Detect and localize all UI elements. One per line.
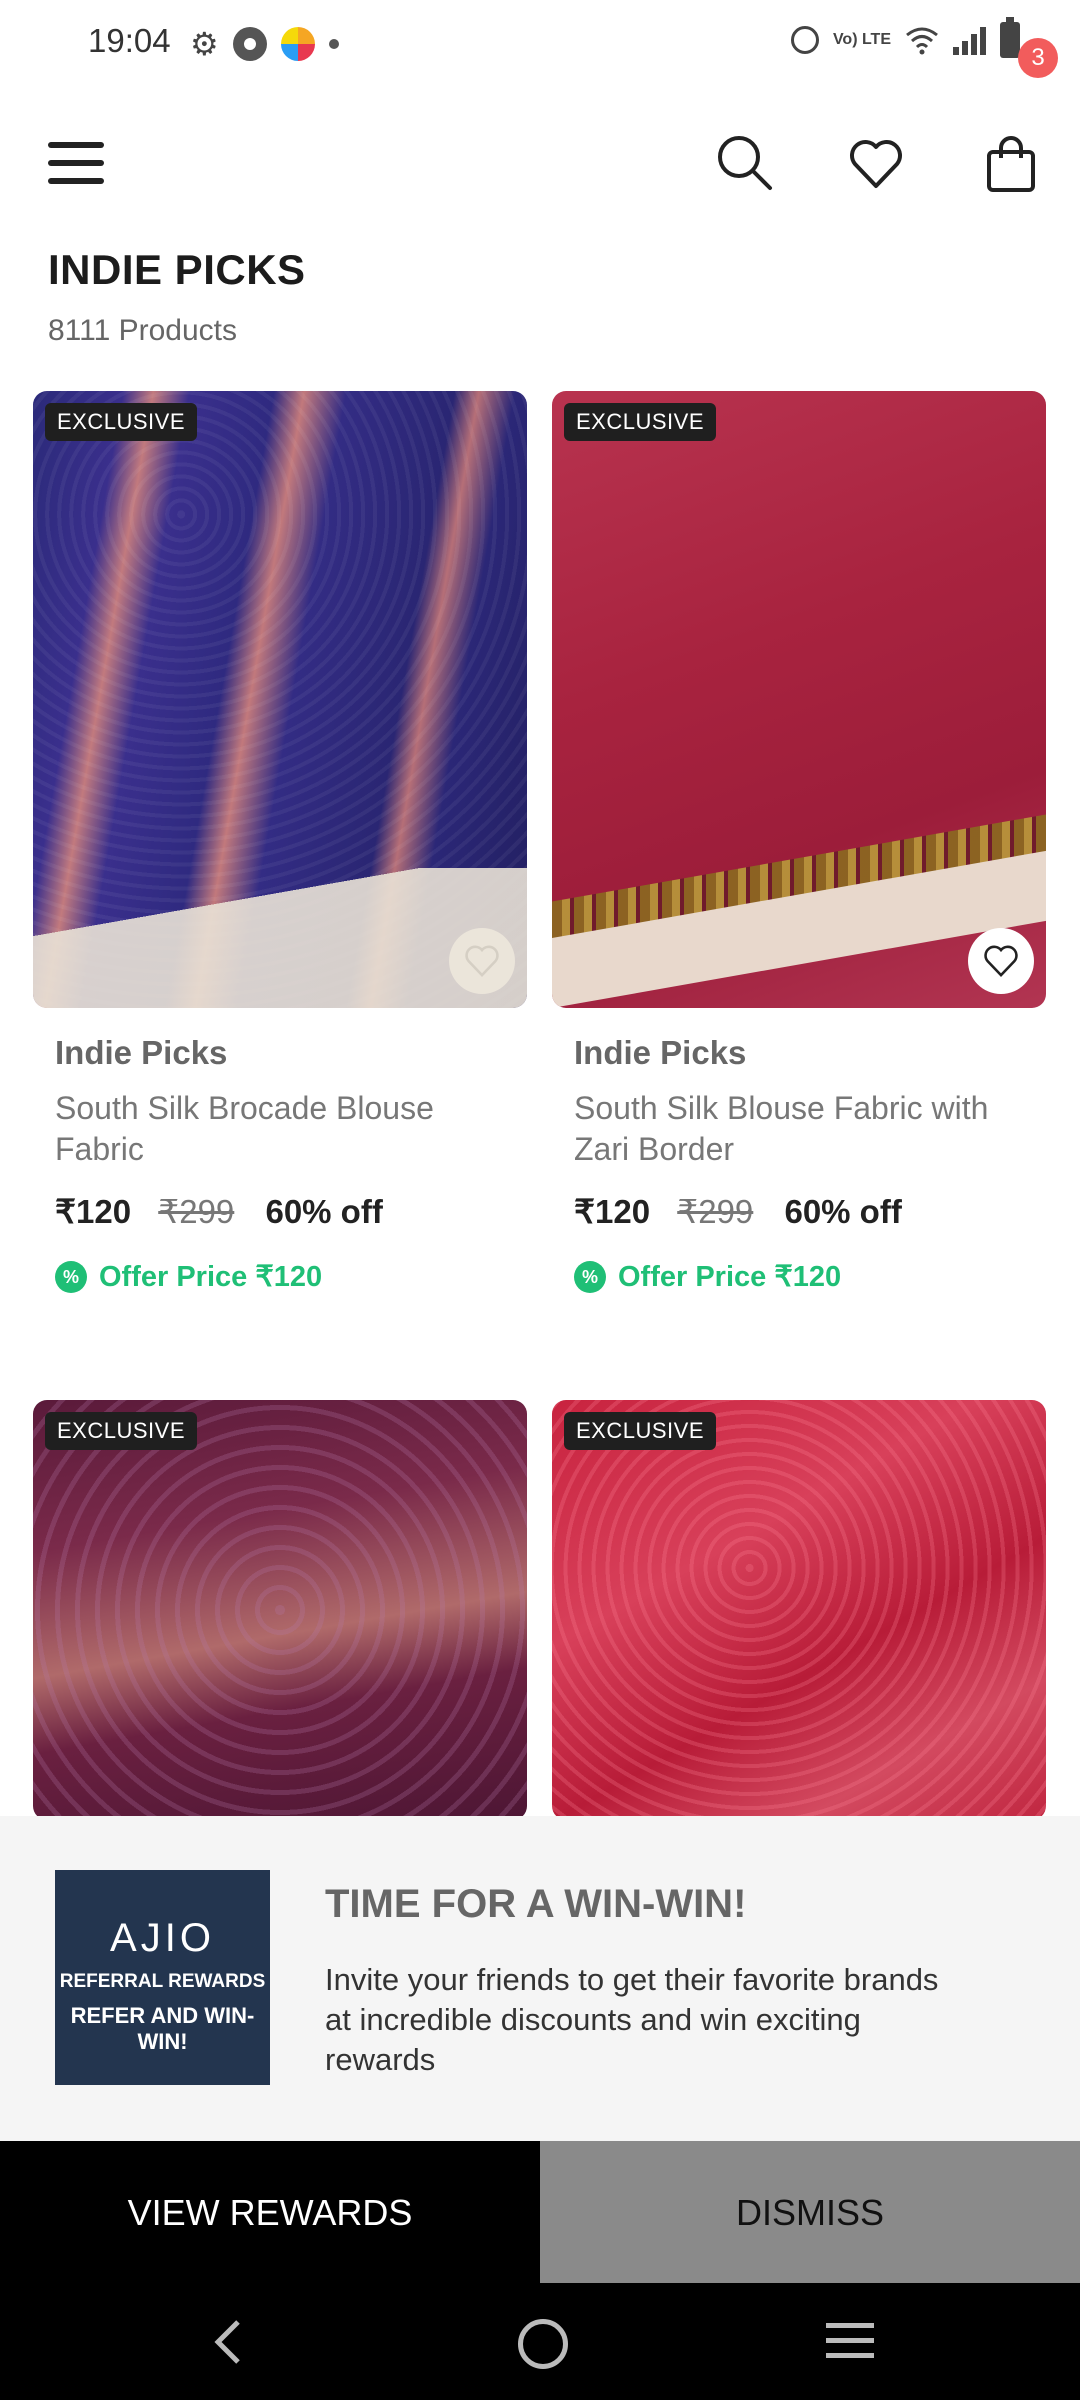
add-to-wishlist-button[interactable] xyxy=(968,928,1034,994)
product-mrp: ₹299 xyxy=(158,1193,235,1230)
product-brand: Indie Picks xyxy=(574,1034,747,1071)
product-image[interactable]: EXCLUSIVE xyxy=(552,1400,1046,1820)
alarm-icon xyxy=(790,26,819,54)
app-header xyxy=(0,88,1080,238)
exclusive-badge: EXCLUSIVE xyxy=(564,1412,716,1450)
product-image[interactable]: EXCLUSIVE xyxy=(552,391,1046,1008)
cart-icon[interactable] xyxy=(985,134,1037,194)
wishlist-icon[interactable] xyxy=(848,136,904,192)
offer-price-label: Offer Price ₹120 xyxy=(618,1261,842,1293)
ajio-logo: AJIO xyxy=(110,1916,215,1960)
sheet-description: Invite your friends to get their favorit… xyxy=(325,1962,939,2077)
product-card[interactable]: EXCLUSIVE xyxy=(33,1400,527,1820)
product-count: 8111 Products xyxy=(48,314,238,347)
product-name[interactable]: South Silk Brocade Blouse Fabric xyxy=(55,1088,505,1170)
signal-icon xyxy=(953,25,986,55)
offer-price: % Offer Price ₹120 xyxy=(55,1259,527,1294)
battery-icon xyxy=(1000,17,1020,58)
product-mrp: ₹299 xyxy=(677,1193,754,1230)
heart-icon xyxy=(465,945,499,978)
offer-price-label: Offer Price ₹120 xyxy=(99,1261,323,1293)
dismiss-button[interactable]: DISMISS xyxy=(540,2141,1080,2283)
promo-subtitle: REFERRAL REWARDS xyxy=(59,1971,266,1992)
page-title: INDIE PICKS xyxy=(48,246,306,293)
settings-icon: ⚙ xyxy=(190,26,219,62)
volte-icon: Vo) LTE xyxy=(832,31,891,48)
product-card[interactable]: EXCLUSIVE Indie Picks South Silk Blouse … xyxy=(552,391,1046,1294)
product-brand: Indie Picks xyxy=(55,1034,228,1071)
status-right-icons: Vo) LTE xyxy=(790,17,1020,58)
chrome-icon xyxy=(232,27,267,61)
product-name[interactable]: South Silk Blouse Fabric with Zari Borde… xyxy=(574,1088,1024,1170)
product-card[interactable]: EXCLUSIVE Indie Picks South Silk Brocade… xyxy=(33,391,527,1294)
exclusive-badge: EXCLUSIVE xyxy=(564,403,716,441)
menu-icon[interactable] xyxy=(48,142,104,188)
referral-bottom-sheet: AJIO REFERRAL REWARDS REFER AND WIN-WIN!… xyxy=(0,1816,1080,2141)
back-icon[interactable] xyxy=(208,2317,248,2367)
offer-price: % Offer Price ₹120 xyxy=(574,1259,1046,1294)
wifi-icon xyxy=(906,27,938,55)
home-icon[interactable] xyxy=(518,2319,568,2369)
product-image[interactable]: EXCLUSIVE xyxy=(33,1400,527,1820)
product-card[interactable]: EXCLUSIVE xyxy=(552,1400,1046,1820)
heart-icon xyxy=(984,945,1018,978)
product-price: ₹120 xyxy=(574,1193,651,1230)
percent-icon: % xyxy=(55,1260,87,1293)
product-discount: 60% off xyxy=(265,1193,383,1230)
product-price: ₹120 xyxy=(55,1193,132,1230)
cart-count-badge: 3 xyxy=(1018,38,1058,78)
price-row: ₹120 ₹299 60% off xyxy=(574,1192,1046,1231)
status-time: 19:04 xyxy=(88,22,171,59)
promo-tagline: REFER AND WIN-WIN! xyxy=(70,2003,255,2054)
product-image[interactable]: EXCLUSIVE xyxy=(33,391,527,1008)
exclusive-badge: EXCLUSIVE xyxy=(45,403,197,441)
product-discount: 60% off xyxy=(784,1193,902,1230)
referral-promo-image: AJIO REFERRAL REWARDS REFER AND WIN-WIN! xyxy=(55,1870,270,2085)
more-notifications-icon xyxy=(328,39,339,49)
search-icon[interactable] xyxy=(714,132,774,192)
app-notification-icon xyxy=(280,27,315,61)
status-left-icons: ⚙ xyxy=(190,24,339,64)
system-navigation-bar xyxy=(0,2283,1080,2400)
percent-icon: % xyxy=(574,1260,606,1293)
recent-apps-icon[interactable] xyxy=(826,2323,874,2368)
status-bar: 19:04 ⚙ Vo) LTE xyxy=(0,0,1080,88)
view-rewards-button[interactable]: VIEW REWARDS xyxy=(0,2141,540,2283)
add-to-wishlist-button[interactable] xyxy=(449,928,515,994)
price-row: ₹120 ₹299 60% off xyxy=(55,1192,527,1231)
exclusive-badge: EXCLUSIVE xyxy=(45,1412,197,1450)
sheet-title: TIME FOR A WIN-WIN! xyxy=(325,1882,747,1926)
